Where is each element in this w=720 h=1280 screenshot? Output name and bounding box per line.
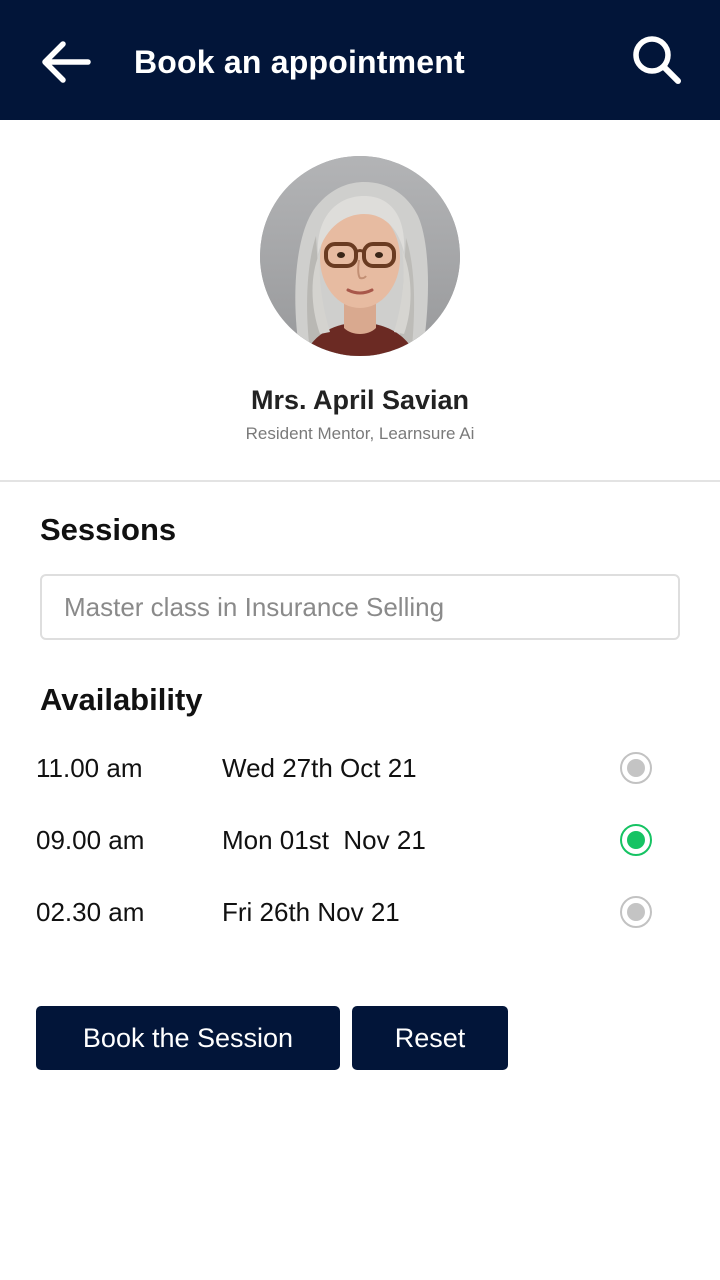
slot-radio[interactable]	[620, 752, 652, 784]
slot-radio[interactable]	[620, 896, 652, 928]
divider	[0, 480, 720, 482]
sessions-heading: Sessions	[40, 512, 177, 547]
slot-radio[interactable]	[620, 824, 652, 856]
avatar	[260, 156, 460, 356]
app-bar: Book an appointment	[0, 0, 720, 120]
session-input[interactable]	[40, 574, 680, 640]
page-title: Book an appointment	[134, 44, 465, 80]
mentor-portrait-icon	[260, 156, 460, 356]
mentor-profile: Mrs. April Savian Resident Mentor, Learn…	[0, 120, 720, 481]
reset-button[interactable]: Reset	[352, 1006, 508, 1070]
availability-heading: Availability	[40, 682, 203, 717]
search-icon	[633, 36, 681, 84]
mentor-role: Resident Mentor, Learnsure Ai	[245, 424, 475, 443]
mentor-name: Mrs. April Savian	[250, 385, 470, 415]
back-button[interactable]	[36, 34, 96, 90]
arrow-left-icon	[42, 41, 91, 83]
search-button[interactable]	[626, 30, 686, 90]
slot-time: 02.30 am	[36, 897, 145, 927]
slot-date: Mon 01st Nov 21	[222, 825, 426, 855]
slot-date: Fri 26th Nov 21	[222, 897, 400, 927]
book-session-button[interactable]: Book the Session	[36, 1006, 340, 1070]
availability-slot[interactable]: 11.00 am Wed 27th Oct 21	[0, 738, 720, 798]
slot-date: Wed 27th Oct 21	[222, 753, 417, 783]
availability-slot[interactable]: 09.00 am Mon 01st Nov 21	[0, 810, 720, 870]
availability-slot[interactable]: 02.30 am Fri 26th Nov 21	[0, 882, 720, 942]
slot-time: 09.00 am	[36, 825, 145, 855]
slot-time: 11.00 am	[36, 753, 143, 783]
